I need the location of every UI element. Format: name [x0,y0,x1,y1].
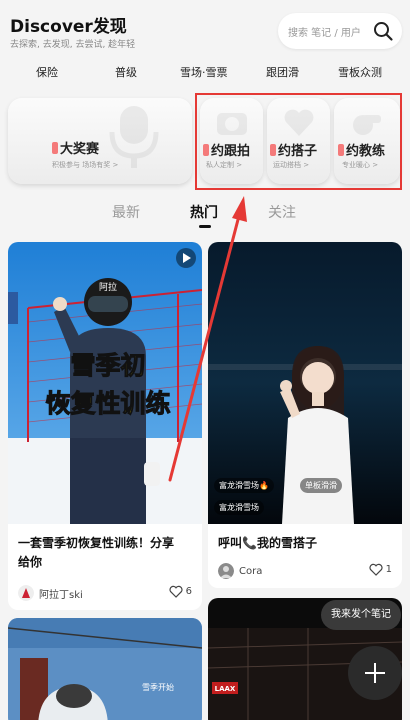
helmet-label: 阿拉 [99,281,117,293]
header: Discover发现 去探索, 去发现, 去尝试, 趁年轻 搜索 笔记 / 用户 [0,0,410,58]
video-play-icon [176,248,196,268]
promo-card-contest[interactable]: 大奖赛 积极参与 场场有奖 > [8,98,192,184]
like-button[interactable]: 1 [369,563,392,576]
post-image: 雪季开始 [8,618,202,720]
avatar [18,585,34,601]
post-overlay-text-2: 恢复性训练 [45,389,170,418]
category-nav: 保险 普级 雪场·雪票 跟团滑 雪板众测 [0,62,410,84]
promo-subtitle: 专业暖心 > [342,161,379,169]
category-resort-tickets[interactable]: 雪场·雪票 [180,64,228,80]
create-post-button[interactable] [348,646,402,700]
search-bar[interactable]: 搜索 笔记 / 用户 [278,13,402,49]
promo-title: 大奖赛 [52,138,99,157]
create-note-tooltip[interactable]: 我来发个笔记 [321,600,401,630]
post-image: 阿拉 雪季初 恢复性训练 [8,242,202,524]
post-title: 呼叫📞我的雪搭子 [218,536,317,550]
tab-following[interactable]: 关注 [268,202,296,222]
search-icon[interactable] [372,20,394,42]
promo-subtitle: 运动搭档 > [273,161,310,169]
post-overlay-text-1: 雪季初 [70,351,145,380]
avatar [218,563,234,579]
heart-icon [284,109,314,136]
page-subtitle: 去探索, 去发现, 去尝试, 趁年轻 [10,40,136,50]
post-title: 一套雪季初恢复性训练！分享 给你 [18,536,175,569]
post-card[interactable]: 富龙滑雪场🔥 单板滑滑 富龙滑雪场 呼叫📞我的雪搭子 Cora 1 [208,242,402,588]
tab-latest[interactable]: 最新 [112,202,140,222]
promo-card-coach[interactable]: 约教练 专业暖心 > [334,98,400,184]
location-tag[interactable]: 富龙滑雪场 [214,500,264,515]
page-title: Discover发现 [10,17,127,37]
tab-active-indicator [199,225,211,228]
like-count: 1 [385,564,392,575]
camera-icon [217,113,247,135]
category-insurance[interactable]: 保险 [36,64,58,80]
post-overlay-text: 雪季开始 [142,682,174,692]
post-card[interactable]: 雪季开始 [8,618,202,720]
feed-tabs: 最新 热门 关注 [0,200,410,230]
location-tag[interactable]: 富龙滑雪场🔥 [214,478,274,493]
category-board-test[interactable]: 雪板众测 [338,64,382,80]
like-count: 6 [185,586,192,597]
whistle-icon [353,115,381,135]
post-badge: LAAX [215,685,236,693]
promo-card-buddy[interactable]: 约搭子 运动搭档 > [267,98,330,184]
category-group-ski[interactable]: 跟团滑 [266,64,299,80]
promo-title: 约跟拍 [203,140,250,159]
post-author[interactable]: 阿拉丁ski [18,585,83,601]
promo-row: 大奖赛 积极参与 场场有奖 > 约跟拍 私人定制 > 约搭子 运动搭档 > 约教… [0,96,410,192]
like-button[interactable]: 6 [169,585,192,598]
author-name: Cora [239,565,263,577]
author-name: 阿拉丁ski [39,589,83,601]
promo-title: 约教练 [338,140,385,159]
heart-icon [169,585,183,598]
heart-icon [369,563,383,576]
promo-card-photographer[interactable]: 约跟拍 私人定制 > [200,98,263,184]
post-author[interactable]: Cora [218,563,262,579]
tab-hot[interactable]: 热门 [190,202,218,222]
promo-subtitle: 积极参与 场场有奖 > [52,161,119,169]
post-card[interactable]: 阿拉 雪季初 恢复性训练 一套雪季初恢复性训练！分享 给你 阿拉丁ski 6 [8,242,202,610]
promo-subtitle: 私人定制 > [206,161,243,169]
promo-title: 约搭子 [270,140,317,159]
category-level[interactable]: 普级 [115,64,137,80]
search-placeholder: 搜索 笔记 / 用户 [288,28,361,39]
category-tag[interactable]: 单板滑滑 [300,478,342,493]
